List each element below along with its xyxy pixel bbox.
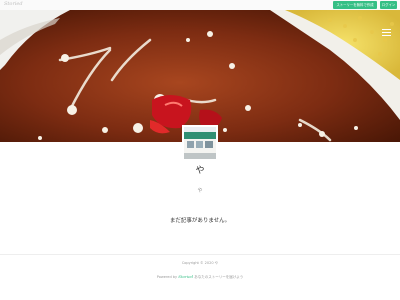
- avatar-image: [184, 127, 216, 159]
- powered-by-prefix: Powered by: [156, 275, 178, 279]
- login-button[interactable]: ログイン: [380, 1, 397, 9]
- empty-articles-message: まだ記事がありません。: [169, 218, 231, 224]
- hamburger-menu-icon[interactable]: [382, 29, 391, 36]
- copyright-text: Copyright © 2020 や: [181, 261, 219, 265]
- powered-by-tagline: あなたのストーリーを届けよう: [194, 275, 244, 279]
- powered-by-logo[interactable]: Storied: [178, 274, 193, 279]
- powered-by: Powered by Storied あなたのストーリーを届けよう: [0, 274, 400, 280]
- curry-photo: [0, 10, 400, 142]
- avatar: [182, 125, 218, 161]
- footer-divider: [0, 254, 400, 255]
- create-story-button[interactable]: ストーリーを無料で作成: [333, 1, 377, 9]
- blog-title: や: [195, 166, 205, 176]
- top-bar: Storied ストーリーを無料で作成 ログイン: [0, 0, 400, 10]
- hero-image: [0, 10, 400, 142]
- blog-description: や: [197, 188, 203, 194]
- brand-logo[interactable]: Storied: [4, 1, 23, 7]
